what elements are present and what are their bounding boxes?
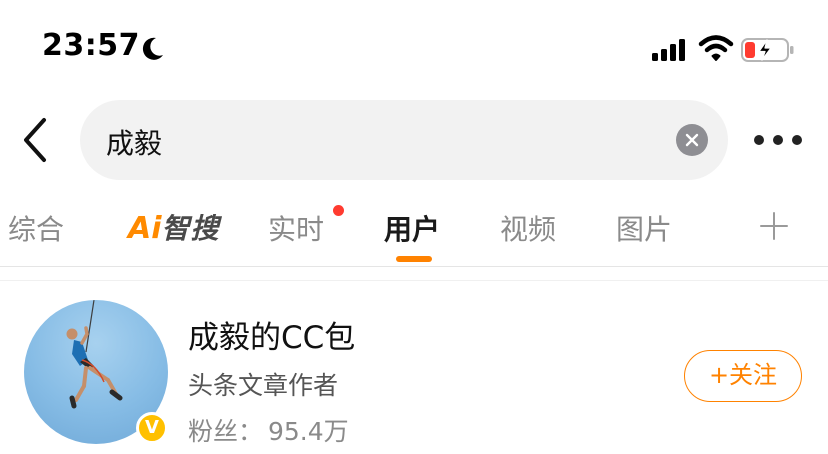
tab-users[interactable]: 用户 [384,208,440,248]
more-dot-icon [792,135,802,145]
close-icon [685,133,699,147]
more-dot-icon [773,135,783,145]
ai-logo-text: Ai [128,211,162,246]
add-tab-icon[interactable] [758,210,790,242]
cellular-signal-icon [652,39,685,61]
verified-badge: V [136,412,168,444]
tab-videos[interactable]: 视频 [500,208,556,248]
back-icon[interactable] [18,116,54,164]
search-query-text[interactable]: 成毅 [106,122,162,162]
tab-realtime[interactable]: 实时 [268,208,324,248]
more-options-button[interactable] [750,132,806,148]
notification-dot [333,205,344,216]
clear-search-button[interactable] [676,124,708,156]
user-name[interactable]: 成毅的CC包 [188,312,355,357]
ai-search-label: 智搜 [161,212,220,245]
follow-button[interactable]: +关注 [684,350,802,402]
wifi-icon [698,35,734,61]
more-dot-icon [754,135,764,145]
tab-images[interactable]: 图片 [616,208,672,248]
tab-ai-search[interactable]: Ai智搜 [128,207,220,247]
battery-icon [741,38,794,62]
fans-label: 粉丝： [188,417,264,446]
search-input[interactable]: 成毅 [80,100,728,180]
status-time: 23:57 [42,28,140,63]
user-description: 头条文章作者 [188,371,339,400]
fans-count: 95.4万 [268,417,349,446]
section-divider [0,280,828,281]
active-tab-indicator [396,256,432,262]
tab-divider [0,266,828,267]
moon-icon [142,37,163,60]
tab-general[interactable]: 综合 [8,208,64,248]
